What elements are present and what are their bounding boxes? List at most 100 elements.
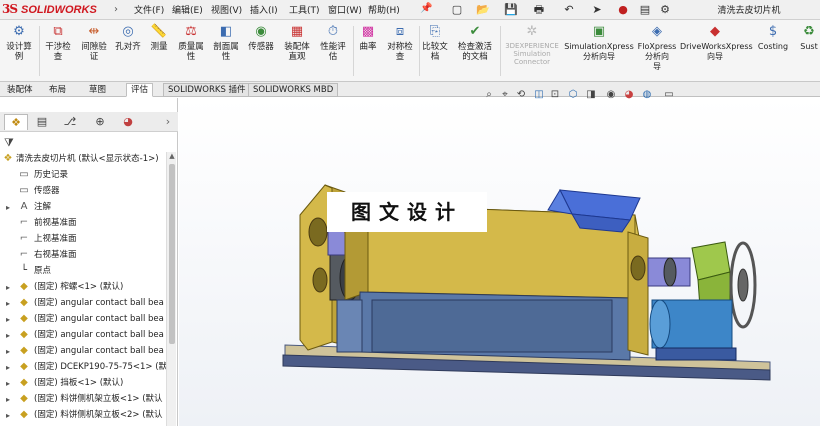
expand-arrow-icon[interactable]: ▸ [4, 328, 12, 343]
tree-item-component[interactable]: ▸ ◆ (固定) angular contact ball bea [0, 328, 166, 343]
solidworks-logo[interactable]: 3S SOLIDWORKS [2, 2, 114, 18]
expand-arrow-icon[interactable]: ▸ [4, 344, 12, 359]
zoom-area-icon[interactable]: ⌖ [498, 88, 512, 102]
tab-layout[interactable]: 布局 [44, 83, 71, 97]
performance-evaluation-button[interactable]: ⏱ 性能评 估 [316, 23, 350, 81]
expand-arrow-icon[interactable]: ▸ [4, 408, 12, 423]
tab-assembly[interactable]: 装配体 [2, 83, 38, 97]
driveworksxpress-button[interactable]: ◆ DriveWorksXpress 向导 [680, 23, 753, 81]
menu-file[interactable]: 文件(F) [134, 3, 164, 16]
configuration-manager-icon[interactable]: ⎇ [58, 114, 82, 130]
mass-properties-button[interactable]: ⚖ 质量属 性 [174, 23, 208, 81]
hide-show-icon[interactable]: ◉ [604, 88, 618, 102]
tree-item-component[interactable]: ▸ ◆ (固定) angular contact ball bea [0, 312, 166, 327]
floxpress-button[interactable]: ◈ FloXpress 分析向 导 [636, 23, 678, 81]
expand-arrow-icon[interactable]: ▸ [4, 280, 12, 295]
tree-item-top-plane[interactable]: ⌐ 上视基准面 [0, 232, 166, 247]
dynamic-annotation-icon[interactable]: ⊡ [548, 88, 562, 102]
tree-item-component[interactable]: ▸ ◆ (固定) angular contact ball bea [0, 344, 166, 359]
tree-item-component[interactable]: ▸ ◆ (固定) 挡板<1> (默认) [0, 376, 166, 391]
measure-button[interactable]: 📏 测量 [146, 23, 172, 81]
compare-documents-button[interactable]: ⎘ 比较文 档 [420, 23, 450, 81]
tab-sketch[interactable]: 草图 [84, 83, 111, 97]
view-orientation-icon[interactable]: ⬡ [566, 88, 580, 102]
dimxpert-icon[interactable]: ⊕ [88, 114, 112, 130]
section-view-icon[interactable]: ◫ [532, 88, 546, 102]
open-icon[interactable]: 📂 [474, 2, 492, 18]
edit-appearance-icon[interactable]: ◕ [622, 88, 636, 102]
tree-root-assembly[interactable]: ❖ 清洗去皮切片机 (默认<显示状态-1>) [0, 152, 166, 167]
curvature-button[interactable]: ▩ 曲率 [355, 23, 381, 81]
menu-tools[interactable]: 工具(T) [289, 3, 320, 16]
display-style-icon[interactable]: ◨ [584, 88, 598, 102]
scroll-up-icon[interactable]: ▲ [167, 152, 177, 162]
tab-solidworks-addins[interactable]: SOLIDWORKS 插件 [163, 83, 251, 97]
simulationxpress-icon: ▣ [592, 24, 606, 39]
scrollbar-thumb[interactable] [169, 164, 175, 344]
apply-scene-icon[interactable]: ◍ [640, 88, 654, 102]
menu-insert[interactable]: 插入(I) [250, 3, 278, 16]
print-icon[interactable]: 🖶 [530, 2, 548, 18]
tab-evaluate[interactable]: 评估 [126, 83, 154, 97]
feature-tree-scrollbar[interactable]: ▲ [166, 152, 176, 426]
costing-button[interactable]: $ Costing [754, 23, 792, 81]
assembly-visualization-button[interactable]: ▦ 装配体 直观 [280, 23, 314, 81]
tree-item-component[interactable]: ▸ ◆ (固定) angular contact ball bea [0, 296, 166, 311]
save-icon[interactable]: 💾 [502, 2, 520, 18]
tree-item-front-plane[interactable]: ⌐ 前视基准面 [0, 216, 166, 231]
pin-icon[interactable]: 📌 [420, 3, 432, 14]
tree-item-component[interactable]: ▸ ◆ (固定) 料饼侧机架立板<2> (默认 [0, 408, 166, 423]
symmetry-check-button[interactable]: ⧈ 对称检 查 [383, 23, 417, 81]
tree-item-component[interactable]: ▸ ◆ (固定) 料饼侧机架立板<1> (默认 [0, 392, 166, 407]
simulationxpress-button[interactable]: ▣ SimulationXpress 分析向导 [564, 23, 634, 81]
tree-item-annotations[interactable]: ▸ A 注解 [0, 200, 166, 215]
expand-arrow-icon[interactable]: ▸ [4, 392, 12, 407]
expand-arrow-icon[interactable]: ▸ [4, 312, 12, 327]
interference-check-button[interactable]: ⧉ 干涉检 查 [41, 23, 75, 81]
design-study-button[interactable]: ⚙ 设计算 例 [2, 23, 36, 81]
tree-item-right-plane[interactable]: ⌐ 右视基准面 [0, 248, 166, 263]
check-active-document-button[interactable]: ✔ 检查激活 的文档 [452, 23, 498, 81]
rebuild-traffic-light-icon[interactable]: ● [614, 2, 632, 18]
feature-tree-icon[interactable]: ❖ [4, 114, 28, 130]
clearance-verification-button[interactable]: ⇹ 间隙验 证 [77, 23, 111, 81]
new-document-icon[interactable]: ▢ [448, 2, 466, 18]
plane-icon: ⌐ [19, 249, 29, 260]
plane-icon: ⌐ [19, 217, 29, 228]
chevron-right-icon[interactable]: › [162, 114, 174, 130]
separator [39, 26, 40, 76]
undo-icon[interactable]: ↶ [560, 2, 578, 18]
tree-item-component[interactable]: ▸ ◆ (固定) DCEKP190-75-75<1> (默 [0, 360, 166, 375]
expand-arrow-icon[interactable]: ▸ [4, 360, 12, 375]
expand-arrow-icon[interactable]: ▸ [4, 200, 12, 215]
display-manager-icon[interactable]: ◕ [116, 114, 140, 130]
floxpress-icon: ◈ [652, 24, 662, 39]
filter-icon[interactable]: ⧩ [4, 136, 14, 150]
menu-expand-icon[interactable]: › [114, 4, 124, 16]
tab-solidworks-mbd[interactable]: SOLIDWORKS MBD [248, 83, 339, 97]
select-icon[interactable]: ➤ [588, 2, 606, 18]
tree-item-origin[interactable]: └ 原点 [0, 264, 166, 279]
tree-item-component[interactable]: ▸ ◆ (固定) 榨螺<1> (默认) [0, 280, 166, 295]
file-properties-icon[interactable]: ▤ [636, 2, 654, 18]
sensor-folder-icon: ▭ [19, 185, 29, 196]
sustainability-button[interactable]: ♻ Sust [798, 23, 820, 81]
graphics-area[interactable] [179, 98, 820, 426]
menu-view[interactable]: 视图(V) [211, 3, 242, 16]
property-manager-icon[interactable]: ▤ [30, 114, 54, 130]
sensor-button[interactable]: ◉ 传感器 [244, 23, 278, 81]
menu-window[interactable]: 窗口(W) [328, 3, 362, 16]
menu-help[interactable]: 帮助(H) [368, 3, 400, 16]
tree-item-sensors[interactable]: ▭ 传感器 [0, 184, 166, 199]
hole-alignment-button[interactable]: ◎ 孔对齐 [112, 23, 144, 81]
previous-view-icon[interactable]: ⟲ [514, 88, 528, 102]
expand-arrow-icon[interactable]: ▸ [4, 296, 12, 311]
view-settings-icon[interactable]: ▭ [662, 88, 676, 102]
tree-item-history[interactable]: ▭ 历史记录 [0, 168, 166, 183]
options-gear-icon[interactable]: ⚙ [656, 2, 674, 18]
menu-edit[interactable]: 编辑(E) [172, 3, 203, 16]
section-properties-button[interactable]: ◧ 剖面属 性 [209, 23, 243, 81]
expand-arrow-icon[interactable]: ▸ [4, 376, 12, 391]
3dexperience-simulation-connector-button[interactable]: ✲ 3DEXPERIENCE Simulation Connector [502, 23, 562, 81]
zoom-to-fit-icon[interactable]: ⌕ [482, 88, 496, 102]
